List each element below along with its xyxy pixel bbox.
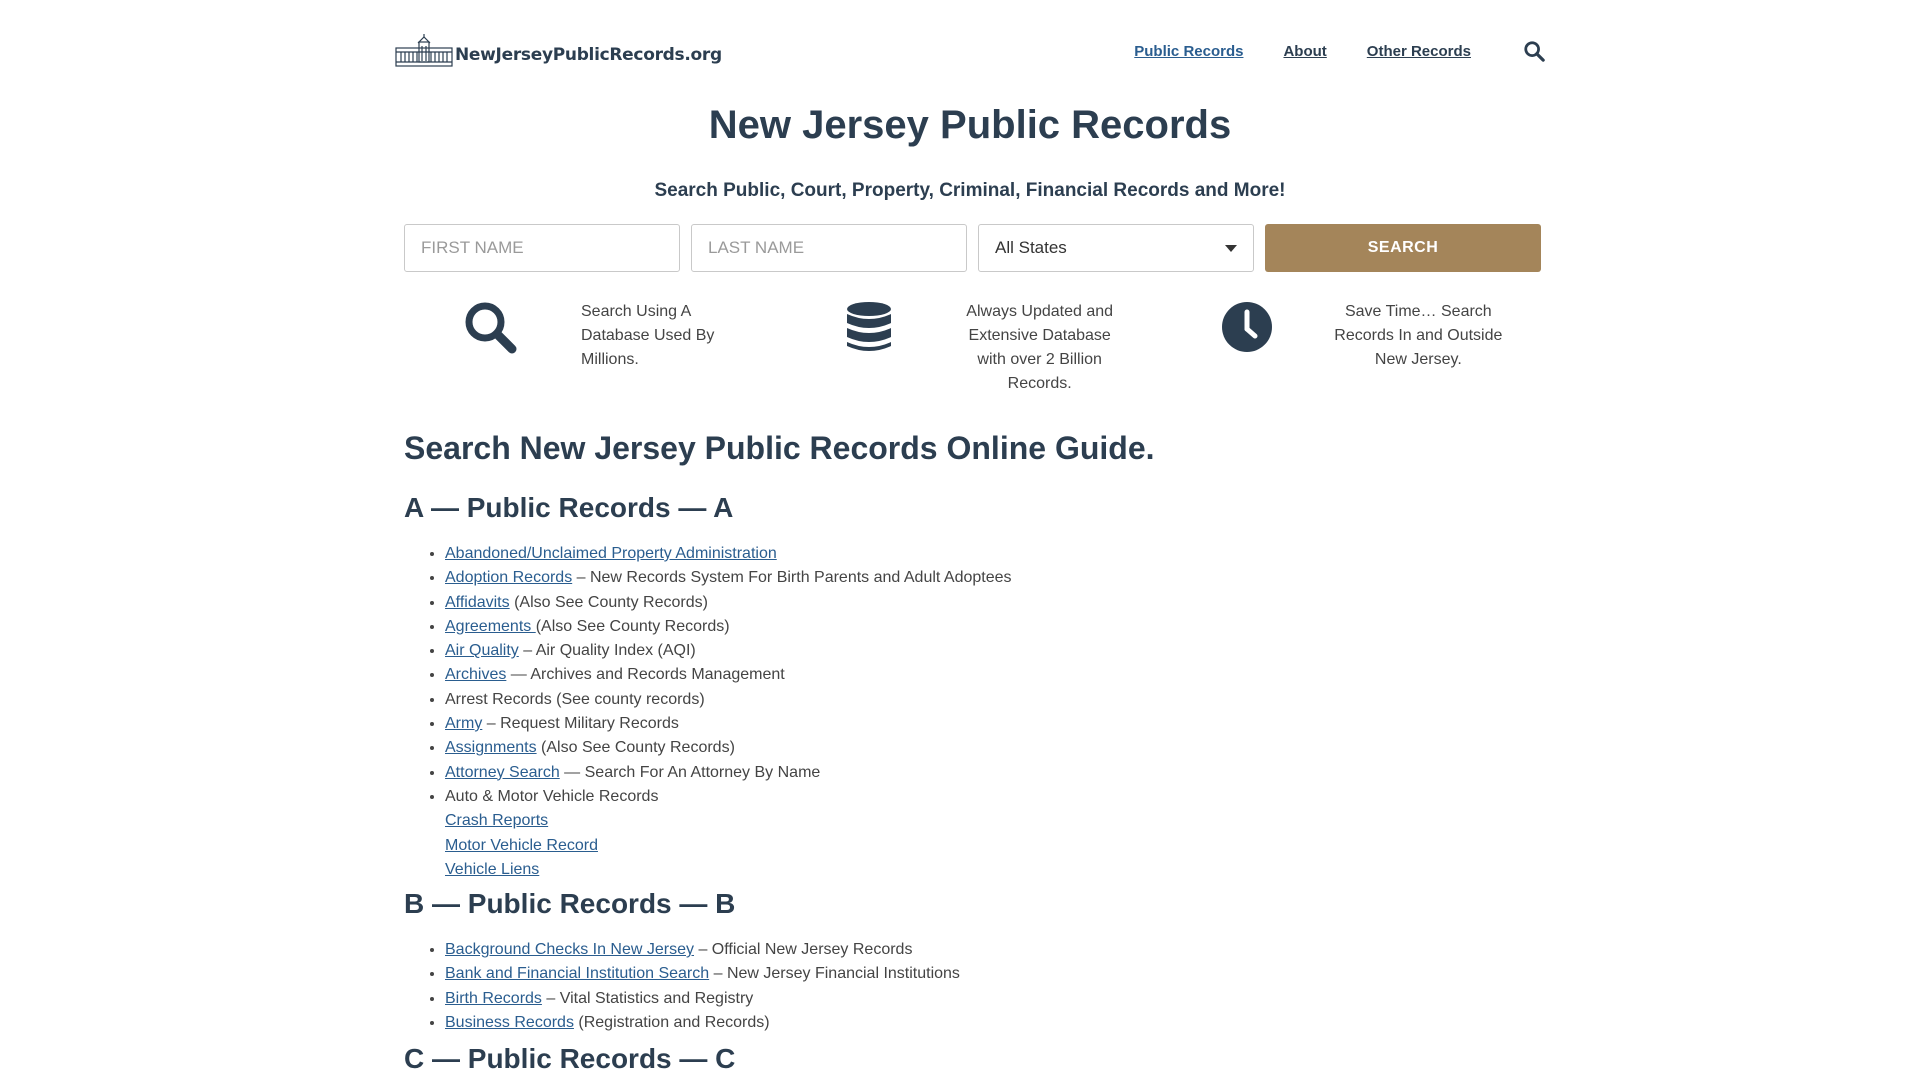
record-note: (Also See County Records) — [536, 739, 735, 757]
list-item: Agreements (Also See County Records) — [445, 615, 1540, 639]
record-list: Background Checks In New Jersey – Offici… — [445, 938, 1540, 1035]
record-link[interactable]: Assignments — [445, 739, 537, 756]
state-select-value: All States — [995, 238, 1067, 257]
page: NewJerseyPublicRecords.org Public Record… — [0, 0, 1920, 1080]
record-note: (Also See County Records) — [509, 593, 708, 611]
site-logo[interactable]: NewJerseyPublicRecords.org — [395, 34, 722, 68]
nav-public-records[interactable]: Public Records — [1134, 43, 1243, 60]
page-subtitle: Search Public, Court, Property, Criminal… — [654, 180, 1286, 201]
feature-text: Search Using A Database Used By Millions… — [581, 303, 715, 368]
feature-item: Save Time… Search Records In and Outside… — [1161, 300, 1540, 396]
first-name-input[interactable] — [404, 224, 680, 272]
record-note: – New Jersey Financial Institutions — [709, 965, 960, 983]
record-note: (Registration and Records) — [573, 1013, 770, 1031]
feature-item: Search Using A Database Used By Millions… — [404, 300, 783, 396]
search-icon[interactable] — [1523, 40, 1545, 62]
features-row: Search Using A Database Used By Millions… — [404, 300, 1540, 396]
section-c: C — Public Records — C — [404, 1043, 1540, 1080]
record-note: – Air Quality Index (AQI) — [518, 642, 696, 660]
last-name-input[interactable] — [691, 224, 967, 272]
list-item: Archives — Archives and Records Manageme… — [445, 663, 1540, 687]
database-icon — [846, 302, 891, 351]
list-item: Background Checks In New Jersey – Offici… — [445, 938, 1540, 962]
search-button[interactable]: SEARCH — [1265, 224, 1541, 272]
caret-down-icon — [1225, 244, 1237, 252]
page-title: New Jersey Public Records — [708, 103, 1232, 147]
list-item: Arrest Records (See county records) — [445, 688, 1540, 712]
list-item: Adoption Records – New Records System Fo… — [445, 566, 1540, 590]
list-item: Birth Records – Vital Statistics and Reg… — [445, 987, 1540, 1011]
record-link[interactable]: Business Records — [445, 1014, 574, 1031]
record-note: – New Records System For Birth Parents a… — [572, 569, 1012, 587]
list-item: Air Quality – Air Quality Index (AQI) — [445, 639, 1540, 663]
record-note: Auto & Motor Vehicle Records — [445, 787, 659, 805]
record-link[interactable]: Crash Reports — [445, 812, 548, 829]
record-note: — Archives and Records Management — [506, 666, 785, 684]
section-heading: B — Public Records — B — [404, 888, 736, 919]
state-select[interactable]: All States — [978, 224, 1254, 272]
record-list: Abandoned/Unclaimed Property Administrat… — [445, 542, 1540, 882]
record-link[interactable]: Agreements — [445, 618, 536, 635]
record-link[interactable]: Attorney Search — [445, 764, 560, 781]
search-icon — [465, 302, 517, 354]
clock-icon — [1222, 302, 1273, 352]
record-link[interactable]: Motor Vehicle Record — [445, 837, 598, 854]
record-note: – Vital Statistics and Registry — [541, 989, 754, 1007]
section-b: B — Public Records — B Background Checks… — [404, 888, 1540, 1035]
record-link[interactable]: Vehicle Liens — [445, 861, 539, 878]
section-heading: C — Public Records — C — [404, 1043, 736, 1074]
list-item: Assignments (Also See County Records) — [445, 736, 1540, 760]
record-note: – Official New Jersey Records — [694, 941, 913, 958]
record-link[interactable]: Bank and Financial Institution Search — [445, 965, 709, 982]
capitol-building-icon — [395, 34, 453, 67]
record-link[interactable]: Background Checks In New Jersey — [445, 941, 694, 958]
main-nav: Public Records About Other Records — [1094, 40, 1545, 62]
sub-link-group: Crash Reports Motor Vehicle Record Vehic… — [445, 809, 1540, 882]
record-note: — Search For An Attorney By Name — [559, 763, 821, 781]
people-search-form: All States SEARCH — [404, 224, 1541, 272]
list-item: Attorney Search — Search For An Attorney… — [445, 761, 1540, 785]
guide-title: Search New Jersey Public Records Online … — [404, 430, 1155, 466]
feature-item: Always Updated and Extensive Database wi… — [783, 300, 1162, 396]
record-note: (Also See County Records) — [535, 617, 730, 635]
site-header: NewJerseyPublicRecords.org Public Record… — [395, 30, 1545, 72]
list-item: Business Records (Registration and Recor… — [445, 1011, 1540, 1035]
list-item: Bank and Financial Institution Search – … — [445, 962, 1540, 986]
record-link[interactable]: Adoption Records — [445, 569, 572, 586]
list-item: Auto & Motor Vehicle Records Crash Repor… — [445, 785, 1540, 882]
section-heading: A — Public Records — A — [404, 492, 734, 523]
record-link[interactable]: Abandoned/Unclaimed Property Administrat… — [445, 545, 777, 562]
record-link[interactable]: Army — [445, 715, 482, 732]
record-link[interactable]: Birth Records — [445, 990, 542, 1007]
logo-text: NewJerseyPublicRecords.org — [455, 45, 722, 65]
nav-about[interactable]: About — [1283, 43, 1326, 60]
list-item: Army – Request Military Records — [445, 712, 1540, 736]
feature-text: Save Time… Search Records In and Outside… — [1334, 303, 1503, 368]
list-item: Abandoned/Unclaimed Property Administrat… — [445, 542, 1540, 566]
record-link[interactable]: Archives — [445, 666, 506, 683]
record-note: Arrest Records (See county records) — [445, 690, 705, 708]
record-link[interactable]: Air Quality — [445, 642, 519, 659]
list-item: Affidavits (Also See County Records) — [445, 591, 1540, 615]
nav-other-records[interactable]: Other Records — [1367, 43, 1471, 60]
section-a: A — Public Records — A Abandoned/Unclaim… — [404, 492, 1540, 882]
feature-text: Always Updated and Extensive Database wi… — [966, 303, 1114, 392]
record-note: – Request Military Records — [482, 715, 679, 733]
record-link[interactable]: Affidavits — [445, 594, 510, 611]
